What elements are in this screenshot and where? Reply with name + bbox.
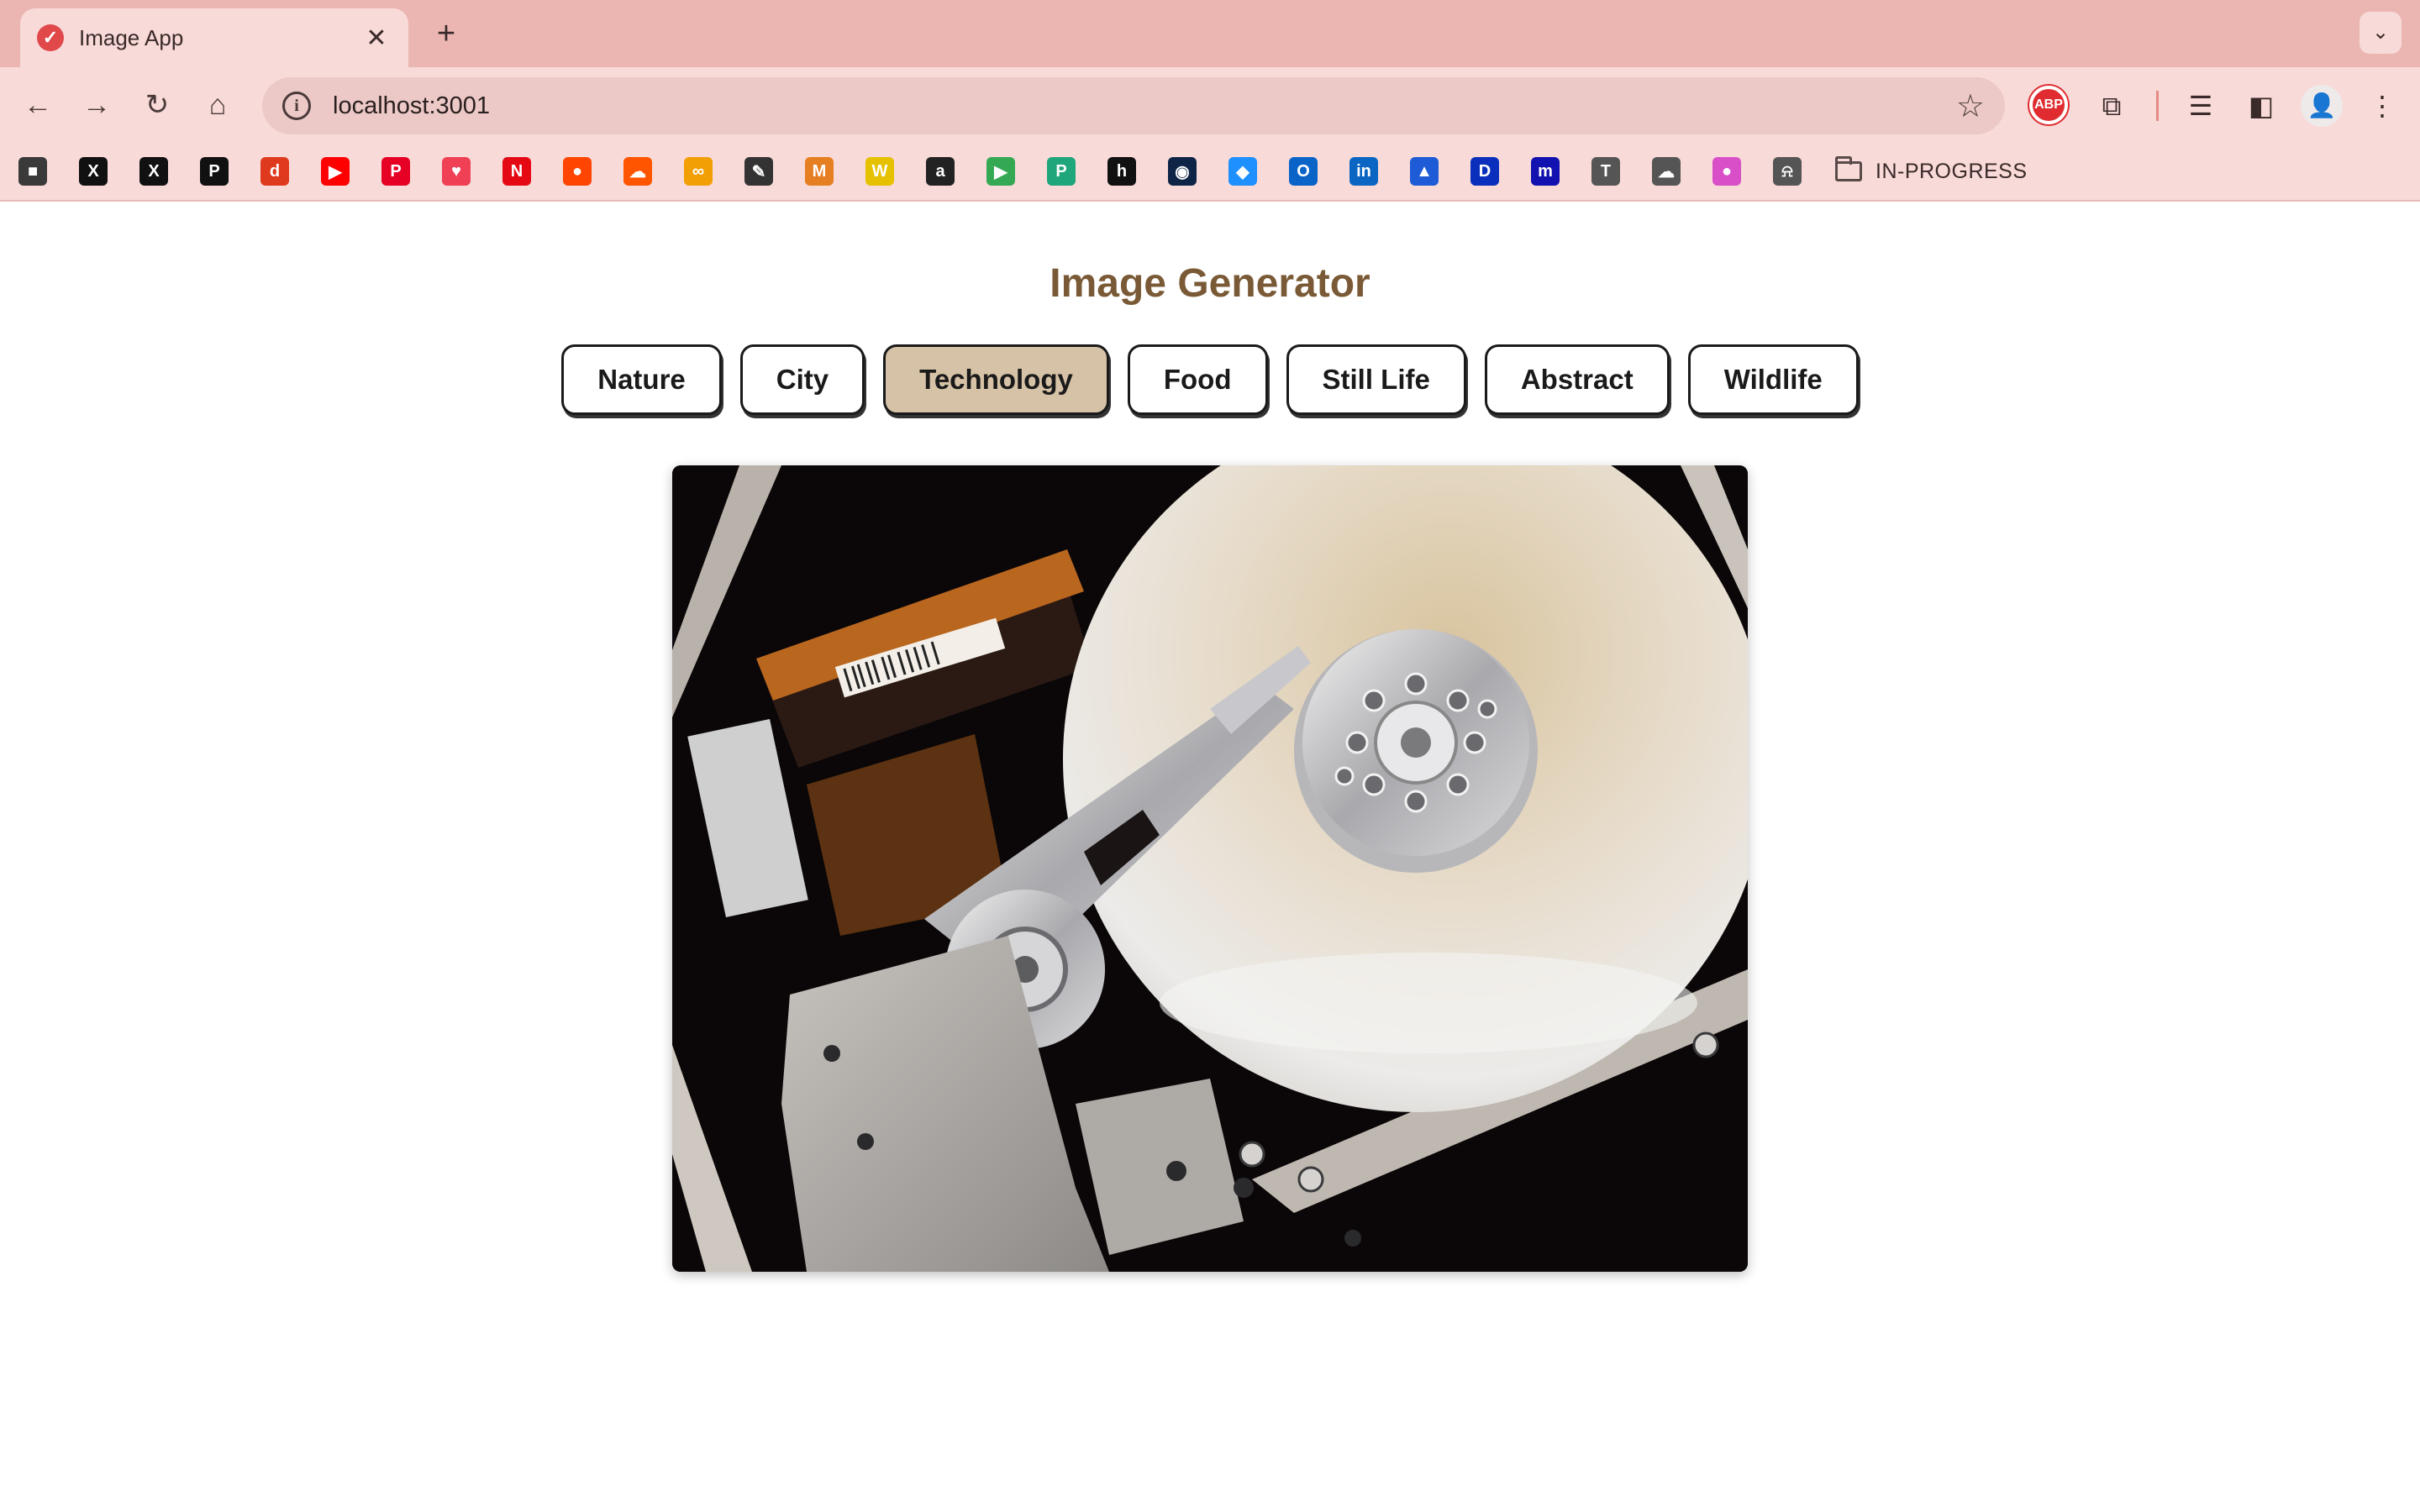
bookmark-cube-blue-icon[interactable]: ◆ (1228, 157, 1257, 186)
bookmark-play-icon[interactable]: ▶ (986, 157, 1015, 186)
browser-tab[interactable]: ✓ Image App ✕ (20, 8, 408, 67)
bookmark-color-icon[interactable]: ● (1712, 157, 1741, 186)
bookmark-disney-icon[interactable]: D (1470, 157, 1499, 186)
folder-icon (1835, 156, 1862, 181)
tab-search-chevron-icon[interactable]: ⌄ (2360, 12, 2402, 54)
bookmark-pocket-icon[interactable]: ♥ (442, 157, 471, 186)
adblock-plus-icon[interactable]: ABP (2029, 86, 2068, 124)
hard-drive-photo (672, 465, 1748, 1272)
extensions-puzzle-icon[interactable]: ⧉ (2091, 85, 2133, 127)
bookmark-bot-icon[interactable]: ◉ (1168, 157, 1197, 186)
category-button-nature[interactable]: Nature (561, 344, 722, 415)
bookmark-reddit-icon[interactable]: ● (563, 157, 592, 186)
bookmark-m-blue-icon[interactable]: m (1531, 157, 1560, 186)
bookmark-arc-icon[interactable]: ▲ (1410, 157, 1439, 186)
category-buttons: Nature City Technology Food Still Life Abstra… (0, 344, 2420, 415)
category-button-still-life[interactable]: Still Life (1286, 344, 1466, 415)
menu-kebab-icon[interactable]: ⋮ (2361, 85, 2403, 127)
home-icon[interactable]: ⌂ (197, 84, 239, 126)
bookmark-linkedin-icon[interactable]: in (1349, 157, 1378, 186)
bookmark-x-icon[interactable]: X (79, 157, 108, 186)
bookmark-soundcloud-icon[interactable]: ☁ (623, 157, 652, 186)
profile-avatar[interactable]: 👤 (2301, 85, 2343, 127)
bookmark-p-green-icon[interactable]: P (1047, 157, 1076, 186)
bookmarks-bar: ■ X X Pd ▶ P ♥ N ● ☁ ∞ ✎ M Wa ▶ Ph ◉ ◆ Oin ▲ Dm T ☁ ● ⍾ IN-PROGR… (0, 143, 2420, 202)
bookmark-amazon-icon[interactable]: a (926, 157, 955, 186)
bookmark-folder-label: IN-PROGRESS (1876, 159, 2028, 183)
bookmark-cube-icon[interactable]: ■ (18, 157, 47, 186)
back-arrow-icon[interactable]: ← (17, 84, 59, 126)
page-content: Image Generator Nature City Technology Food… (0, 203, 2420, 1512)
bookmark-outlook-icon[interactable]: O (1289, 157, 1318, 186)
browser-toolbar: ← → ↻ ⌂ i localhost:3001 ☆ ABP ⧉ ☰ ◧ 👤 ⋮ (0, 67, 2420, 143)
bookmark-p-icon[interactable]: P (200, 157, 229, 186)
category-button-abstract[interactable]: Abstract (1484, 344, 1670, 415)
side-panel-icon[interactable]: ◧ (2240, 85, 2282, 127)
bookmark-pinterest-icon[interactable]: P (381, 157, 410, 186)
new-tab-button[interactable]: + (427, 15, 466, 54)
toolbar-divider (2156, 91, 2159, 121)
bookmark-bell-icon[interactable]: ⍾ (1773, 157, 1802, 186)
bookmark-cloud-icon[interactable]: ☁ (1652, 157, 1681, 186)
category-button-technology[interactable]: Technology (883, 344, 1109, 415)
bookmark-youtube-icon[interactable]: ▶ (321, 157, 350, 186)
address-bar[interactable]: i localhost:3001 ☆ (262, 77, 2005, 134)
bookmark-star-icon[interactable]: ☆ (1956, 87, 1985, 125)
page-title: Image Generator (1050, 261, 1370, 306)
category-button-city[interactable]: City (739, 344, 865, 415)
bookmark-tfb-icon[interactable]: T (1591, 157, 1620, 186)
bookmark-netflix-icon[interactable]: N (502, 157, 531, 186)
forward-arrow-icon[interactable]: → (76, 84, 118, 126)
tab-title: Image App (79, 24, 184, 50)
bookmark-d-icon[interactable]: d (260, 157, 289, 186)
category-button-wildlife[interactable]: Wildlife (1687, 344, 1859, 415)
app-favicon-icon: ✓ (37, 24, 64, 51)
url-text[interactable]: localhost:3001 (333, 92, 1956, 120)
generated-image (672, 465, 1748, 1272)
close-tab-icon[interactable]: ✕ (361, 24, 392, 53)
bookmark-link-icon[interactable]: ∞ (684, 157, 713, 186)
browser-window: ✓ Image App ✕ + ⌄ ← → ↻ ⌂ i localhost:30… (0, 0, 2420, 1512)
site-info-icon[interactable]: i (282, 92, 311, 120)
bookmark-m-icon[interactable]: M (805, 157, 834, 186)
bookmark-folder-in-progress[interactable]: IN-PROGRESS (1835, 155, 2028, 188)
reload-icon[interactable]: ↻ (136, 84, 178, 126)
bookmark-edit-icon[interactable]: ✎ (744, 157, 773, 186)
tab-strip: ✓ Image App ✕ + ⌄ (0, 0, 2420, 67)
media-control-icon[interactable]: ☰ (2180, 85, 2222, 127)
bookmark-x-icon[interactable]: X (139, 157, 168, 186)
bookmark-h-icon[interactable]: h (1107, 157, 1136, 186)
bookmark-w-icon[interactable]: W (865, 157, 894, 186)
category-button-food[interactable]: Food (1127, 344, 1268, 415)
